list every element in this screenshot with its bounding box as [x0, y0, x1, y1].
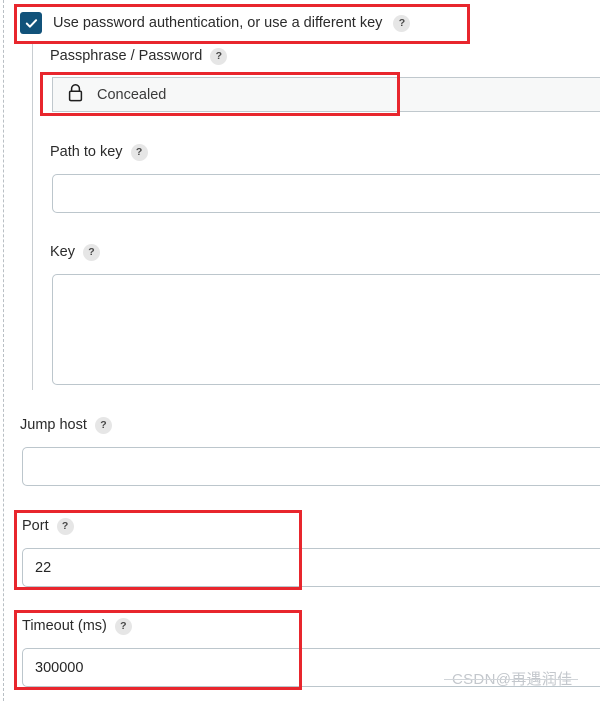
password-auth-help-icon[interactable]: ?: [393, 14, 411, 32]
lock-icon: [67, 83, 84, 107]
key-label-row: Key ?: [50, 242, 100, 262]
ssh-settings-panel: Use password authentication, or use a di…: [0, 0, 600, 701]
passphrase-label-row: Passphrase / Password ?: [50, 46, 228, 66]
key-help-icon[interactable]: ?: [83, 243, 100, 261]
jump-host-help-icon[interactable]: ?: [94, 416, 112, 434]
password-auth-checkbox-row[interactable]: Use password authentication, or use a di…: [20, 11, 411, 35]
passphrase-concealed-field[interactable]: Concealed: [52, 77, 600, 112]
timeout-label: Timeout (ms): [22, 618, 107, 634]
path-to-key-label: Path to key: [50, 144, 123, 160]
timeout-input[interactable]: [22, 648, 600, 687]
timeout-help-icon[interactable]: ?: [114, 617, 132, 635]
path-to-key-label-row: Path to key ?: [50, 142, 148, 162]
port-help-icon[interactable]: ?: [56, 517, 74, 535]
jump-host-input[interactable]: [22, 447, 600, 486]
passphrase-help-icon[interactable]: ?: [210, 47, 228, 65]
port-input[interactable]: [22, 548, 600, 587]
timeout-label-row: Timeout (ms) ?: [22, 616, 132, 636]
checkbox-checked-icon[interactable]: [20, 12, 42, 34]
jump-host-label: Jump host: [20, 417, 87, 433]
port-label: Port: [22, 518, 49, 534]
path-to-key-help-icon[interactable]: ?: [130, 143, 148, 161]
key-label: Key: [50, 244, 75, 260]
passphrase-label: Passphrase / Password: [50, 48, 203, 64]
jump-host-label-row: Jump host ?: [20, 415, 112, 435]
nested-group-indent-divider: [32, 42, 33, 390]
key-textarea[interactable]: [52, 274, 600, 385]
passphrase-value: Concealed: [97, 86, 167, 103]
password-auth-label: Use password authentication, or use a di…: [53, 15, 383, 31]
path-to-key-input[interactable]: [52, 174, 600, 213]
panel-left-dashed-divider: [3, 0, 4, 701]
port-label-row: Port ?: [22, 516, 74, 536]
